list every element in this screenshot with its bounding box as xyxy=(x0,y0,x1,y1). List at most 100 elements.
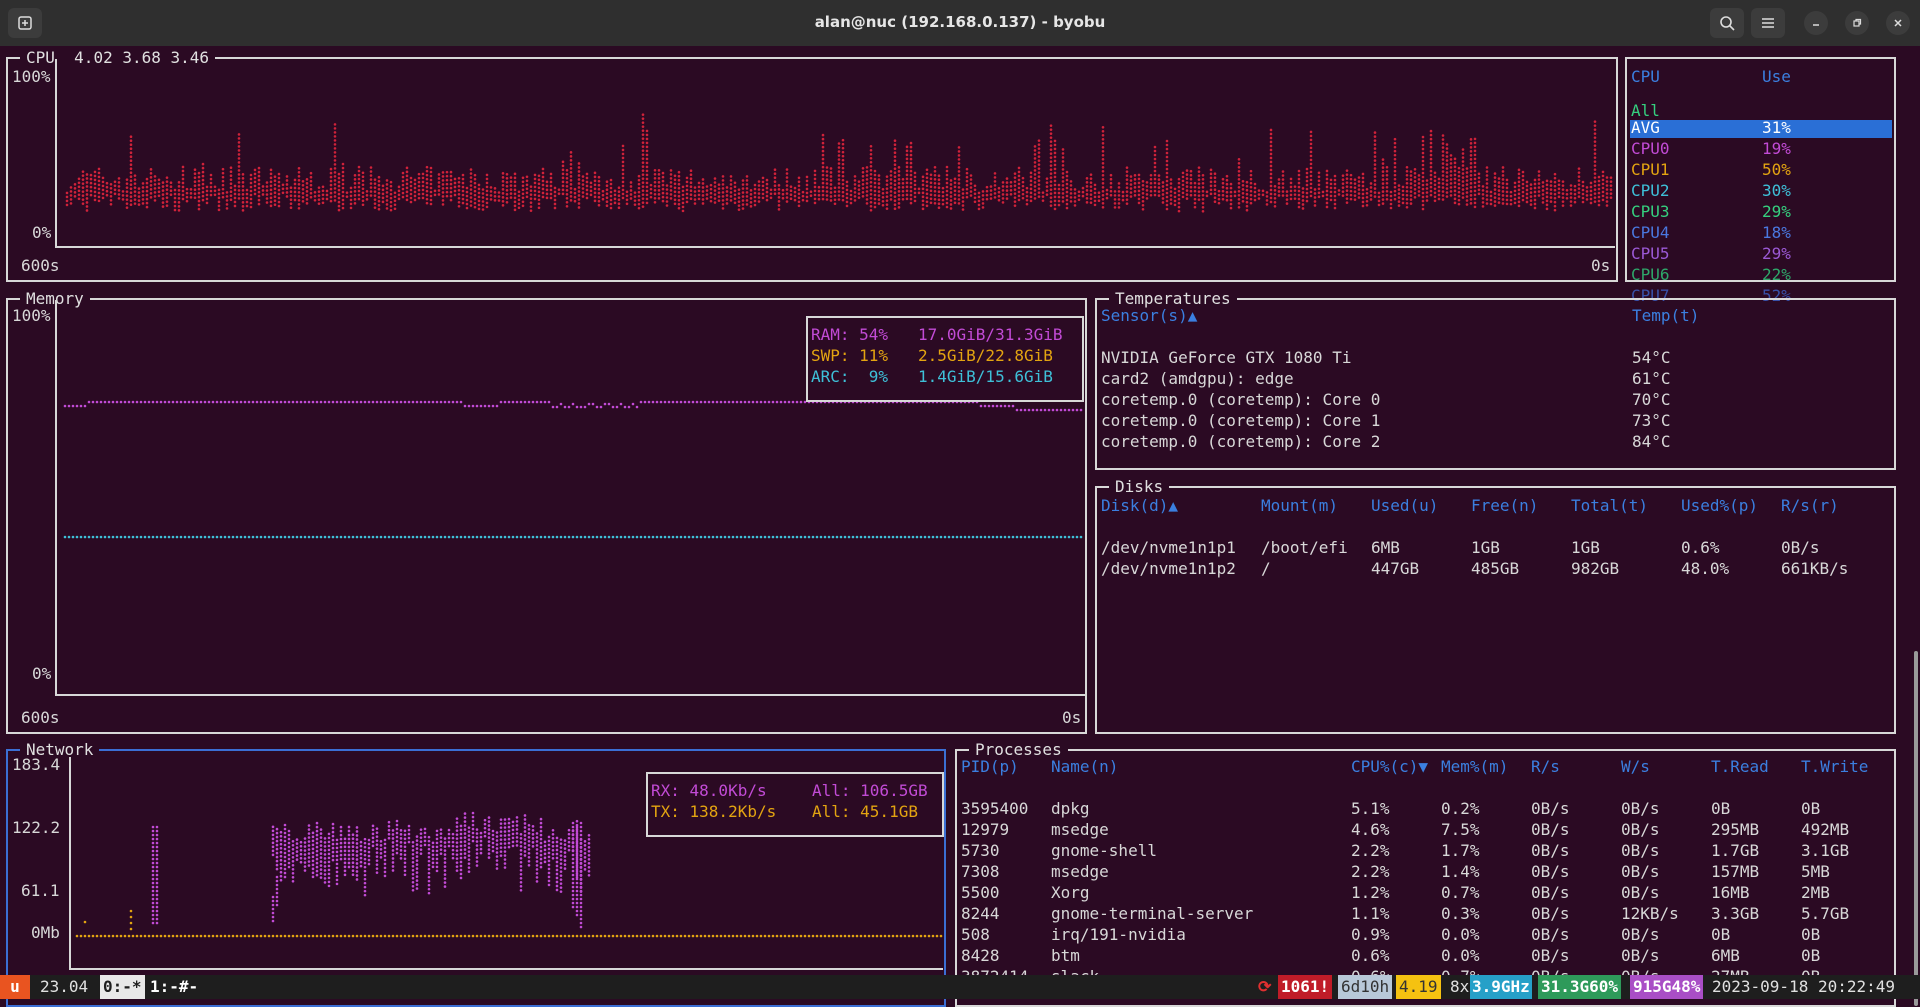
cpu-graph-dot xyxy=(1549,188,1553,191)
network-rx-dot xyxy=(419,828,423,831)
network-tx-dot xyxy=(535,934,539,938)
disk-header-col-4[interactable]: Total(t) xyxy=(1571,496,1648,516)
cpu-graph-dot xyxy=(1429,141,1433,145)
cpu-row-name-cpu4[interactable]: CPU4 xyxy=(1631,223,1670,243)
cpu-graph-dot xyxy=(229,170,233,173)
cpu-graph-dot xyxy=(993,172,997,175)
process-cell[interactable]: dpkg xyxy=(1051,799,1090,819)
restore-icon[interactable] xyxy=(1845,11,1869,35)
process-header-col-0[interactable]: PID(p) xyxy=(961,757,1019,777)
disk-header-col-2[interactable]: Used(u) xyxy=(1371,496,1438,516)
temp-header-sensor[interactable]: Sensor(s)▲ xyxy=(1101,306,1197,326)
network-rx-dot xyxy=(319,828,323,831)
memory-ram-dot xyxy=(1031,408,1035,412)
network-rx-dot xyxy=(579,877,583,881)
cpu-graph-dot xyxy=(333,191,337,194)
cpu-graph-dot xyxy=(1265,195,1269,198)
process-cell[interactable]: irq/191-nvidia xyxy=(1051,925,1186,945)
network-rx-dot xyxy=(451,852,455,856)
cpu-graph-dot xyxy=(1173,195,1177,199)
disk-header-col-3[interactable]: Free(n) xyxy=(1471,496,1538,516)
cpu-graph-dot xyxy=(657,173,661,176)
process-header-col-4[interactable]: R/s xyxy=(1531,757,1560,777)
cpu-graph-dot xyxy=(541,167,545,171)
network-rx-dot xyxy=(415,867,419,870)
window-tab-0[interactable]: 0:-* xyxy=(100,975,145,999)
cpu-graph-dot xyxy=(753,187,757,191)
process-cell[interactable]: gnome-terminal-server xyxy=(1051,904,1253,924)
cpu-row-name-cpu1[interactable]: CPU1 xyxy=(1631,160,1670,180)
cpu-graph-dot xyxy=(1381,174,1385,177)
terminal-scrollbar[interactable] xyxy=(1914,651,1918,1006)
menu-icon[interactable] xyxy=(1751,8,1785,38)
cpu-graph-dot xyxy=(1417,190,1421,193)
cpu-row-name-cpu5[interactable]: CPU5 xyxy=(1631,244,1670,264)
process-header-col-1[interactable]: Name(n) xyxy=(1051,757,1118,777)
cpu-graph-dot xyxy=(529,201,533,204)
network-tx-dot xyxy=(727,934,731,938)
cpu-graph-dot xyxy=(1001,201,1005,204)
network-rx-dot xyxy=(275,883,279,887)
cpu-graph-dot xyxy=(645,161,649,165)
network-rx-dot xyxy=(571,853,575,857)
cpu-graph-dot xyxy=(1165,207,1169,211)
memory-arc-dot xyxy=(1031,535,1035,539)
cpu-graph-dot xyxy=(1601,178,1605,182)
cpu-graph-dot xyxy=(741,191,745,194)
cpu-row-name-cpu6[interactable]: CPU6 xyxy=(1631,265,1670,285)
disk-header-col-5[interactable]: Used%(p) xyxy=(1681,496,1758,516)
window-tab-1[interactable]: 1:-#- xyxy=(150,975,198,999)
cpu-graph-dot xyxy=(417,176,421,180)
cpu-row-name-cpu3[interactable]: CPU3 xyxy=(1631,202,1670,222)
network-rx-dot xyxy=(275,843,279,847)
cpu-graph-dot xyxy=(1001,197,1005,200)
network-rx-dot xyxy=(315,825,319,829)
process-header-col-5[interactable]: W/s xyxy=(1621,757,1650,777)
close-icon[interactable] xyxy=(1886,11,1910,35)
cpu-row-name-avg[interactable]: AVG xyxy=(1631,118,1660,138)
process-cell[interactable]: Xorg xyxy=(1051,883,1090,903)
process-cell[interactable]: msedge xyxy=(1051,862,1109,882)
process-cell[interactable]: gnome-shell xyxy=(1051,841,1157,861)
cpu-graph-dot xyxy=(1277,194,1281,197)
cpu-graph-dot xyxy=(381,200,385,204)
process-header-col-3[interactable]: Mem%(m) xyxy=(1441,757,1508,777)
temp-header-temp[interactable]: Temp(t) xyxy=(1632,306,1699,326)
memory-ram-dot xyxy=(167,400,171,404)
network-rx-dot xyxy=(363,857,367,861)
network-rx-dot xyxy=(451,848,455,852)
process-header-col-7[interactable]: T.Write xyxy=(1801,757,1868,777)
cpu-graph-dot xyxy=(897,186,901,189)
cpu-graph-dot xyxy=(861,175,865,178)
cpu-graph-dot xyxy=(1321,190,1325,194)
memory-arc-dot xyxy=(159,535,163,539)
network-tx-dot xyxy=(423,934,427,938)
process-header-col-2[interactable]: CPU%(c)▼ xyxy=(1351,757,1428,777)
disk-header-col-6[interactable]: R/s(r) xyxy=(1781,496,1839,516)
cpu-row-name-cpu2[interactable]: CPU2 xyxy=(1631,181,1670,201)
network-rx-dot xyxy=(355,866,359,869)
process-cell[interactable]: msedge xyxy=(1051,820,1109,840)
cpu-row-name-cpu0[interactable]: CPU0 xyxy=(1631,139,1670,159)
minimize-icon[interactable] xyxy=(1804,11,1828,35)
process-header-col-6[interactable]: T.Read xyxy=(1711,757,1769,777)
network-tx-dot xyxy=(583,934,587,938)
disk-header-col-1[interactable]: Mount(m) xyxy=(1261,496,1338,516)
cpu-graph-dot xyxy=(969,190,973,193)
cpu-graph-dot xyxy=(1269,200,1273,204)
cpu-graph-dot xyxy=(1597,175,1601,179)
cpu-graph-dot xyxy=(389,204,393,208)
cpu-graph-dot xyxy=(765,194,769,198)
cpu-graph-dot xyxy=(277,192,281,196)
cpu-graph-dot xyxy=(153,179,157,182)
cpu-graph-dot xyxy=(1305,167,1309,171)
cpu-graph-dot xyxy=(1489,202,1493,206)
terminal-area[interactable]: CPU 4.02 3.68 3.46 100% 0% 600s 0s CPU U… xyxy=(0,46,1920,1007)
search-icon[interactable] xyxy=(1710,8,1744,38)
cpu-graph-dot xyxy=(129,203,133,207)
cpu-graph-dot xyxy=(1029,195,1033,199)
process-cell[interactable]: btm xyxy=(1051,946,1080,966)
cpu-graph-dot xyxy=(133,190,137,193)
disk-header-col-0[interactable]: Disk(d)▲ xyxy=(1101,496,1178,516)
network-rx-dot xyxy=(491,841,495,845)
